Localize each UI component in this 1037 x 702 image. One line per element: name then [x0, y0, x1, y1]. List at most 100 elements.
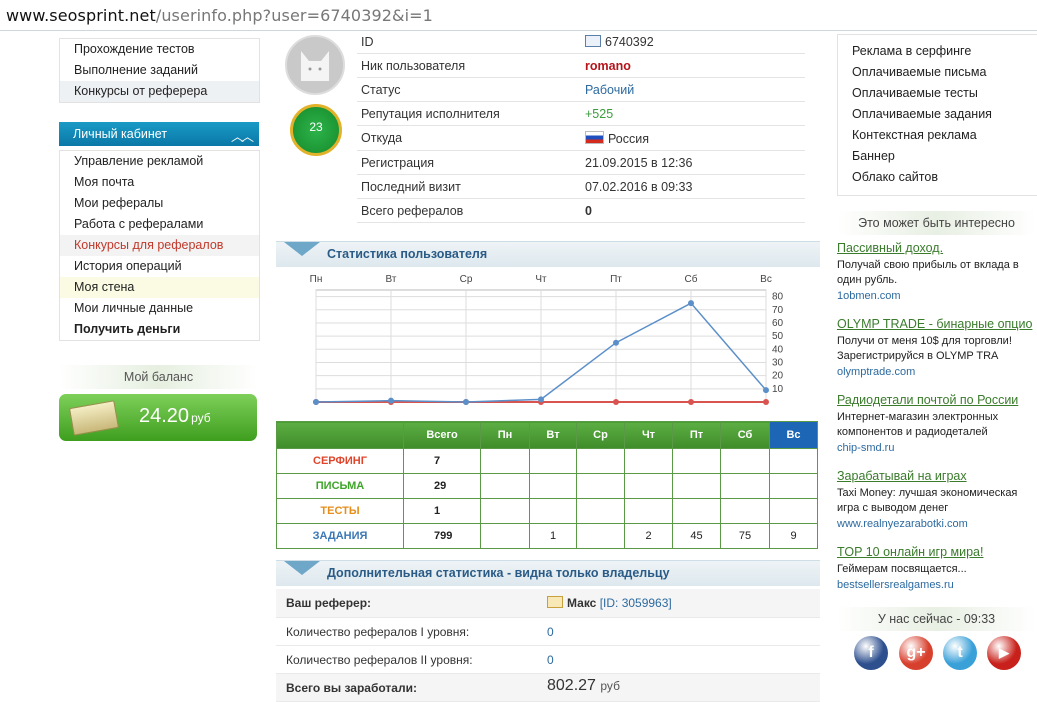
cabinet-item-history[interactable]: История операций [60, 256, 259, 277]
menu-item-referer-contests[interactable]: Конкурсы от реферера [60, 81, 259, 102]
stats-header-mon: Пн [480, 421, 530, 449]
referer-name[interactable]: Макс [567, 596, 596, 610]
balance-button[interactable]: 24.20 руб [59, 394, 257, 441]
ad-block[interactable]: TOP 10 онлайн игр мира! Геймерам посвящае… [837, 545, 1037, 591]
balance-amount: 24.20 [139, 405, 190, 427]
stats-header-wed: Ср [576, 421, 625, 449]
x-tick-label: Пт [610, 274, 622, 285]
google-plus-icon[interactable]: g+ [899, 636, 933, 670]
ad-site[interactable]: 1obmen.com [837, 290, 1037, 302]
stats-chart-svg: 10 20 30 40 50 60 70 80 Пн Вт Ср Чт Пт Сб Вс [310, 273, 784, 405]
ad-headline[interactable]: Радиодетали почтой по России [837, 393, 1037, 407]
ad-block[interactable]: OLYMP TRADE - бинарные опцио Получи от ме… [837, 317, 1037, 378]
balance-currency: руб [191, 411, 211, 425]
stats-section-header[interactable]: Статистика пользователя [276, 241, 820, 267]
stats-header-tue: Вт [529, 421, 577, 449]
stats-header-total: Всего [403, 421, 481, 449]
cabinet-item-withdraw[interactable]: Получить деньги [60, 319, 259, 340]
referer-mail-icon[interactable] [547, 596, 563, 608]
profile-row-reputation: Репутация исполнителя +525 [357, 102, 805, 126]
stats-cell [480, 473, 530, 499]
stats-table: Всего Пн Вт Ср Чт Пт Сб Вс СЕРФИНГ 7 ПИСЬМ… [276, 421, 818, 549]
right-menu-item-cloud[interactable]: Облако сайтов [838, 167, 1037, 188]
earned-row: Всего вы заработали: 802.27 руб [276, 674, 820, 702]
section-arrow-icon [284, 561, 320, 575]
menu-item-tasks[interactable]: Выполнение заданий [60, 60, 259, 81]
earned-currency: руб [600, 679, 620, 693]
stats-header-fri: Пт [672, 421, 721, 449]
right-menu-item-tasks[interactable]: Оплачиваемые задания [838, 104, 1037, 125]
user-id: 6740392 [605, 35, 654, 49]
stats-cell: 1 [529, 523, 577, 549]
ad-description: Получай свою прибыль от вклада в один ру… [837, 259, 1019, 286]
twitter-icon[interactable]: t [943, 636, 977, 670]
stats-cell [529, 473, 577, 499]
ad-headline[interactable]: Зарабатывай на играх [837, 469, 1037, 483]
stats-cell [529, 498, 577, 524]
ad-site[interactable]: chip-smd.ru [837, 442, 1037, 454]
data-point [763, 387, 769, 394]
ad-description: Интернет-магазин электронных компонентов… [837, 411, 999, 438]
profile-row-registration: Регистрация 21.09.2015 в 12:36 [357, 151, 805, 175]
cabinet-item-referral-contests[interactable]: Конкурсы для рефералов [60, 235, 259, 256]
cabinet-item-referrals[interactable]: Мои рефералы [60, 193, 259, 214]
level-number: 23 [309, 120, 323, 134]
youtube-icon[interactable]: ▶ [987, 636, 1021, 670]
stats-cell [576, 473, 625, 499]
right-menu-item-banner[interactable]: Баннер [838, 146, 1037, 167]
stats-cell [576, 448, 625, 474]
address-bar[interactable]: www.seosprint.net/userinfo.php?user=6740… [0, 0, 1037, 31]
collapse-chevron-icon[interactable]: ︿︿ [217, 125, 254, 149]
stats-row: ПИСЬМА 29 [276, 473, 818, 499]
data-point [613, 399, 619, 405]
profile-table: ID 6740392 Ник пользователя romano Статус Р… [357, 30, 805, 223]
right-menu-item-surfing[interactable]: Реклама в серфинге [838, 41, 1037, 62]
x-tick-label: Чт [535, 274, 547, 285]
data-point [463, 399, 469, 405]
stats-row: СЕРФИНГ 7 [276, 448, 818, 474]
cabinet-item-personal-data[interactable]: Мои личные данные [60, 298, 259, 319]
cabinet-item-wall[interactable]: Моя стена [60, 277, 259, 298]
left-top-menu: Прохождение тестов Выполнение заданий Ко… [59, 38, 260, 103]
stats-row: ТЕСТЫ 1 [276, 498, 818, 524]
ad-description: Taxi Money: лучшая экономическая игра с … [837, 487, 1018, 514]
ad-description: Получи от меня 10$ для торговли! Зарегис… [837, 335, 1012, 362]
ad-headline[interactable]: OLYMP TRADE - бинарные опцио [837, 317, 1037, 331]
stats-cell [624, 498, 673, 524]
stats-cell: 45 [672, 523, 721, 549]
mail-icon[interactable] [585, 35, 601, 47]
stats-row-category: СЕРФИНГ [276, 448, 404, 474]
stats-cell [624, 448, 673, 474]
stats-cell [529, 448, 577, 474]
menu-item-tests[interactable]: Прохождение тестов [60, 39, 259, 60]
x-tick-label: Ср [460, 274, 473, 285]
ad-site[interactable]: bestsellersrealgames.ru [837, 579, 1037, 591]
russia-flag-icon [585, 131, 604, 144]
url-text[interactable]: www.seosprint.net/userinfo.php?user=6740… [6, 6, 433, 25]
ad-site[interactable]: www.realnyezarabotki.com [837, 518, 1037, 530]
section-arrow-icon [284, 242, 320, 256]
facebook-icon[interactable]: f [854, 636, 888, 670]
additional-section-header[interactable]: Дополнительная статистика - видна только… [276, 560, 820, 586]
cabinet-item-referral-work[interactable]: Работа с рефералами [60, 214, 259, 235]
cabinet-item-ads[interactable]: Управление рекламой [60, 151, 259, 172]
ad-headline[interactable]: Пассивный доход. [837, 241, 1037, 255]
stats-row-total: 799 [403, 523, 481, 549]
interesting-title: Это может быть интересно [837, 211, 1036, 235]
stats-row-total: 1 [403, 498, 481, 524]
ad-headline[interactable]: TOP 10 онлайн игр мира! [837, 545, 1037, 559]
stats-cell [480, 448, 530, 474]
right-menu-item-context[interactable]: Контекстная реклама [838, 125, 1037, 146]
cabinet-item-mail[interactable]: Моя почта [60, 172, 259, 193]
cabinet-header[interactable]: Личный кабинет ︿︿ [59, 122, 259, 146]
referer-id: [ID: 3059963] [599, 596, 672, 610]
right-menu-item-letters[interactable]: Оплачиваемые письма [838, 62, 1037, 83]
profile-row-origin: Откуда Россия [357, 126, 805, 151]
user-country: Россия [608, 132, 649, 146]
ad-block[interactable]: Радиодетали почтой по России Интернет-маг… [837, 393, 1037, 454]
stats-cell [769, 498, 818, 524]
ad-block[interactable]: Зарабатывай на играх Taxi Money: лучшая э… [837, 469, 1037, 530]
ad-block[interactable]: Пассивный доход. Получай свою прибыль от … [837, 241, 1037, 302]
ad-site[interactable]: olymptrade.com [837, 366, 1037, 378]
right-menu-item-tests[interactable]: Оплачиваемые тесты [838, 83, 1037, 104]
